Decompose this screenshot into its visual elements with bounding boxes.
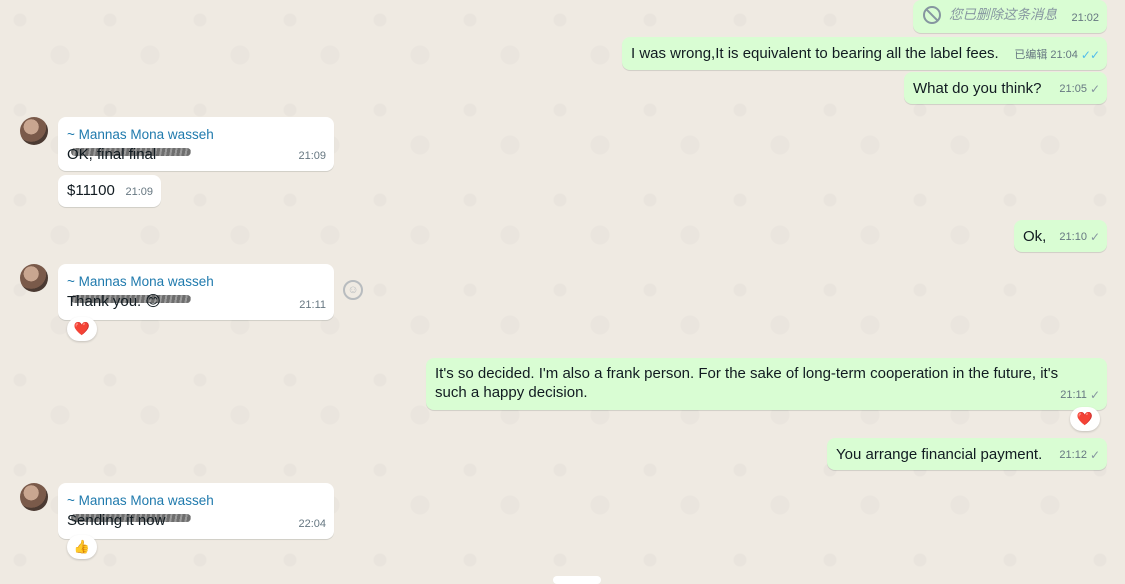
deleted-message-text: 您已删除这条消息 xyxy=(949,7,1057,22)
message-time: 21:11 xyxy=(1060,389,1087,401)
message-text: Ok, xyxy=(1023,228,1047,245)
single-check-icon: ✓ xyxy=(1089,82,1100,96)
sender-avatar[interactable] xyxy=(20,264,48,292)
thumbs-up-reaction[interactable]: 👍 xyxy=(67,535,97,559)
sender-avatar[interactable] xyxy=(20,483,48,511)
sender-avatar[interactable] xyxy=(20,117,48,145)
single-check-icon: ✓ xyxy=(1089,448,1100,462)
sender-name: ~ Mannas Mona wasseh xyxy=(67,493,214,508)
outgoing-message-bubble[interactable]: It's so decided. I'm also a frank person… xyxy=(426,358,1107,410)
message-time: 21:09 xyxy=(298,150,326,162)
single-check-icon: ✓ xyxy=(1089,388,1100,402)
message-text: OK, final final xyxy=(67,146,157,163)
outgoing-message-bubble[interactable]: I was wrong,It is equivalent to bearing … xyxy=(622,37,1107,70)
message-time: 22:04 xyxy=(298,518,326,530)
emoji-reaction-button[interactable]: ☺ xyxy=(343,280,363,300)
message-text: You arrange financial payment. xyxy=(836,446,1043,463)
message-text: It's so decided. I'm also a frank person… xyxy=(435,365,1059,401)
heart-reaction[interactable]: ❤️ xyxy=(1070,407,1100,431)
deleted-message-bubble[interactable]: 您已删除这条消息 21:02 xyxy=(913,0,1107,33)
message-time: 21:12 xyxy=(1059,449,1087,461)
incoming-message-bubble[interactable]: ~ Mannas Mona wasseh Thank you. 😊 21:11 xyxy=(58,264,334,320)
message-time: 21:11 xyxy=(299,299,326,311)
message-text: Thank you. 😊 xyxy=(67,293,162,310)
message-time: 21:04 xyxy=(1050,49,1078,61)
sender-name: ~ Mannas Mona wasseh xyxy=(67,127,214,142)
sender-name: ~ Mannas Mona wasseh xyxy=(67,274,214,289)
message-time: 21:05 xyxy=(1059,83,1087,95)
heart-reaction[interactable]: ❤️ xyxy=(67,317,97,341)
message-time: 21:10 xyxy=(1059,231,1087,243)
message-text: $11100 xyxy=(67,182,115,199)
outgoing-message-bubble[interactable]: Ok, 21:10 ✓ xyxy=(1014,220,1107,252)
outgoing-message-bubble[interactable]: You arrange financial payment. 21:12 ✓ xyxy=(827,438,1107,470)
incoming-message-bubble[interactable]: ~ Mannas Mona wasseh OK, final final 21:… xyxy=(58,117,334,171)
incoming-message-bubble[interactable]: ~ Mannas Mona wasseh Sending it now 22:0… xyxy=(58,483,334,539)
double-check-read-icon: ✓✓ xyxy=(1080,48,1100,62)
message-time: 21:02 xyxy=(1071,12,1099,24)
message-text: What do you think? xyxy=(913,80,1042,97)
message-text: I was wrong,It is equivalent to bearing … xyxy=(631,45,999,62)
prohibited-icon xyxy=(923,6,941,25)
incoming-message-bubble[interactable]: $11100 21:09 xyxy=(58,175,161,207)
scroll-to-bottom-pill[interactable] xyxy=(553,576,601,584)
single-check-icon: ✓ xyxy=(1089,230,1100,244)
message-time: 21:09 xyxy=(125,186,153,198)
message-text: Sending it now xyxy=(67,512,166,529)
edited-label: 已编辑 xyxy=(1014,49,1048,61)
outgoing-message-bubble[interactable]: What do you think? 21:05 ✓ xyxy=(904,72,1107,104)
